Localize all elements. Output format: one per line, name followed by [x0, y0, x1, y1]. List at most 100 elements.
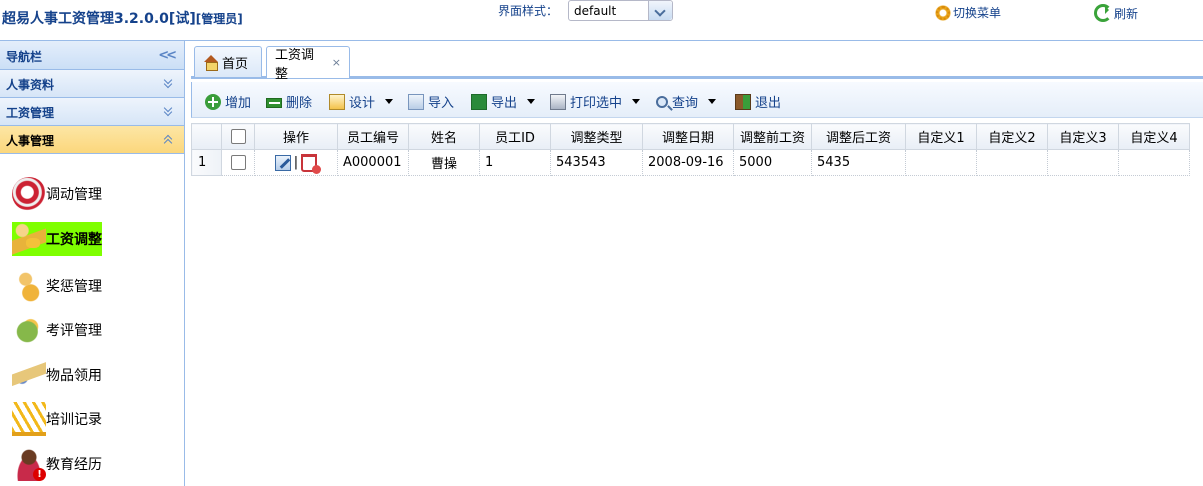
- dropdown-arrow-icon: [708, 99, 717, 104]
- grid-header-row: 操作 员工编号 姓名 员工ID 调整类型 调整日期 调整前工资 调整后工资 自定…: [191, 123, 1190, 150]
- cell-custom-2: [976, 149, 1048, 176]
- design-icon: [329, 93, 345, 110]
- sidebar-section-label: 人事资料: [6, 78, 55, 92]
- import-icon: [408, 93, 424, 110]
- menu-item-goods[interactable]: 物品领用: [12, 358, 102, 392]
- column-header[interactable]: 员工ID: [479, 123, 551, 150]
- table-row[interactable]: 1 | A000001 曹操 1 543543 2008-09-16 5000 …: [191, 149, 1190, 176]
- cell-emp-id: 1: [479, 149, 551, 176]
- column-header[interactable]: 姓名: [408, 123, 480, 150]
- column-header[interactable]: 自定义2: [976, 123, 1048, 150]
- style-select-value: default: [574, 4, 617, 18]
- dropdown-arrow-icon: [527, 99, 536, 104]
- sidebar-section-label: 工资管理: [6, 106, 55, 120]
- menu-item-training[interactable]: 培训记录: [12, 402, 102, 436]
- delete-button[interactable]: 删除: [266, 92, 312, 111]
- collapse-icon: [164, 133, 174, 147]
- design-button[interactable]: 设计: [329, 92, 394, 111]
- menu-item-label: 调动管理: [46, 187, 102, 203]
- education-icon: [12, 447, 46, 481]
- select-all-checkbox[interactable]: [230, 129, 246, 144]
- column-header[interactable]: 操作: [254, 123, 338, 150]
- gear-icon: [935, 4, 951, 21]
- cell-emp-no: A000001: [337, 149, 409, 176]
- row-checkbox[interactable]: [230, 155, 246, 170]
- menu-item-label: 考评管理: [46, 323, 102, 339]
- select-all-header[interactable]: [221, 123, 255, 150]
- refresh-button[interactable]: 刷新: [1094, 4, 1138, 22]
- app-header: 超易人事工资管理3.2.0.0[试][管理员] 界面样式： default 切换…: [0, 0, 1203, 41]
- app-title: 超易人事工资管理3.2.0.0[试][管理员]: [2, 8, 243, 28]
- sidebar-section-salary[interactable]: 工资管理: [0, 98, 184, 126]
- column-header[interactable]: 调整日期: [642, 123, 734, 150]
- column-header[interactable]: 调整后工资: [811, 123, 906, 150]
- switch-menu-button[interactable]: 切换菜单: [935, 4, 1001, 21]
- menu-item-reward[interactable]: 奖惩管理: [12, 269, 102, 303]
- collapse-sidebar-icon[interactable]: <<: [158, 48, 177, 63]
- sidebar-section-personnel-data[interactable]: 人事资料: [0, 70, 184, 98]
- menu-item-salary-adjust[interactable]: 工资调整: [12, 222, 102, 256]
- delete-icon: [266, 98, 282, 108]
- menu-item-label: 工资调整: [46, 232, 102, 248]
- menu-item-transfer[interactable]: 调动管理: [12, 177, 102, 211]
- cell-salary-before: 5000: [733, 149, 812, 176]
- query-button[interactable]: 查询: [656, 92, 717, 111]
- main-panel: 首页 工资调整 × 增加 删除 设计 导入 导出 打印选中 查询 退出 操作 员…: [191, 41, 1203, 486]
- user-role: [管理员]: [195, 12, 243, 26]
- print-selected-label: 打印选中: [570, 96, 623, 111]
- query-label: 查询: [672, 96, 699, 111]
- style-select[interactable]: default: [568, 0, 673, 21]
- column-header[interactable]: 自定义1: [905, 123, 977, 150]
- tab-label: 工资调整: [275, 47, 315, 82]
- dropdown-arrow-icon: [385, 99, 394, 104]
- export-button[interactable]: 导出: [471, 92, 536, 111]
- row-actions: |: [254, 149, 338, 176]
- import-button[interactable]: 导入: [408, 92, 454, 111]
- menu-item-label: 培训记录: [46, 412, 102, 428]
- dropdown-arrow-icon: [632, 99, 641, 104]
- column-header[interactable]: 调整前工资: [733, 123, 812, 150]
- print-selected-button[interactable]: 打印选中: [550, 92, 641, 111]
- column-header[interactable]: 员工编号: [337, 123, 409, 150]
- transfer-icon: [12, 177, 46, 211]
- review-icon: [12, 313, 46, 347]
- export-label: 导出: [491, 96, 518, 111]
- sidebar-section-hr[interactable]: 人事管理: [0, 126, 184, 154]
- exit-icon: [735, 93, 751, 110]
- cell-custom-1: [905, 149, 977, 176]
- edit-icon[interactable]: [274, 154, 291, 171]
- app-title-text: 超易人事工资管理3.2.0.0[试]: [2, 11, 196, 27]
- menu-item-education[interactable]: 教育经历: [12, 447, 102, 481]
- column-header[interactable]: 调整类型: [550, 123, 643, 150]
- refresh-label: 刷新: [1114, 6, 1139, 21]
- export-icon: [471, 93, 487, 110]
- menu-item-label: 物品领用: [46, 368, 102, 384]
- tab-home[interactable]: 首页: [194, 46, 262, 77]
- add-label: 增加: [225, 96, 252, 111]
- data-grid: 操作 员工编号 姓名 员工ID 调整类型 调整日期 调整前工资 调整后工资 自定…: [191, 123, 1203, 176]
- column-header[interactable]: 自定义3: [1047, 123, 1119, 150]
- column-header[interactable]: 自定义4: [1118, 123, 1190, 150]
- row-select-cell[interactable]: [221, 149, 255, 176]
- style-label: 界面样式：: [498, 4, 559, 18]
- sidebar: 导航栏 << 人事资料 工资管理 人事管理 调动管理 工资调整 奖惩管理 考评管…: [0, 41, 185, 486]
- toolbar: 增加 删除 设计 导入 导出 打印选中 查询 退出: [191, 82, 1203, 118]
- cell-salary-after: 5435: [811, 149, 906, 176]
- add-button[interactable]: 增加: [205, 92, 251, 111]
- chevron-down-icon[interactable]: [648, 1, 672, 20]
- exit-label: 退出: [755, 96, 782, 111]
- menu-item-label: 奖惩管理: [46, 279, 102, 295]
- sidebar-title: 导航栏: [6, 50, 43, 64]
- switch-menu-label: 切换菜单: [953, 6, 1002, 20]
- menu-item-review[interactable]: 考评管理: [12, 313, 102, 347]
- cell-adjust-date: 2008-09-16: [642, 149, 734, 176]
- delete-row-icon[interactable]: [301, 153, 322, 174]
- print-icon: [550, 93, 566, 110]
- home-icon: [203, 55, 219, 71]
- import-label: 导入: [428, 96, 455, 111]
- close-icon[interactable]: ×: [332, 56, 341, 69]
- goods-icon: [12, 358, 46, 392]
- menu-item-label: 教育经历: [46, 457, 102, 473]
- exit-button[interactable]: 退出: [735, 92, 781, 111]
- tab-salary-adjust[interactable]: 工资调整 ×: [266, 46, 350, 82]
